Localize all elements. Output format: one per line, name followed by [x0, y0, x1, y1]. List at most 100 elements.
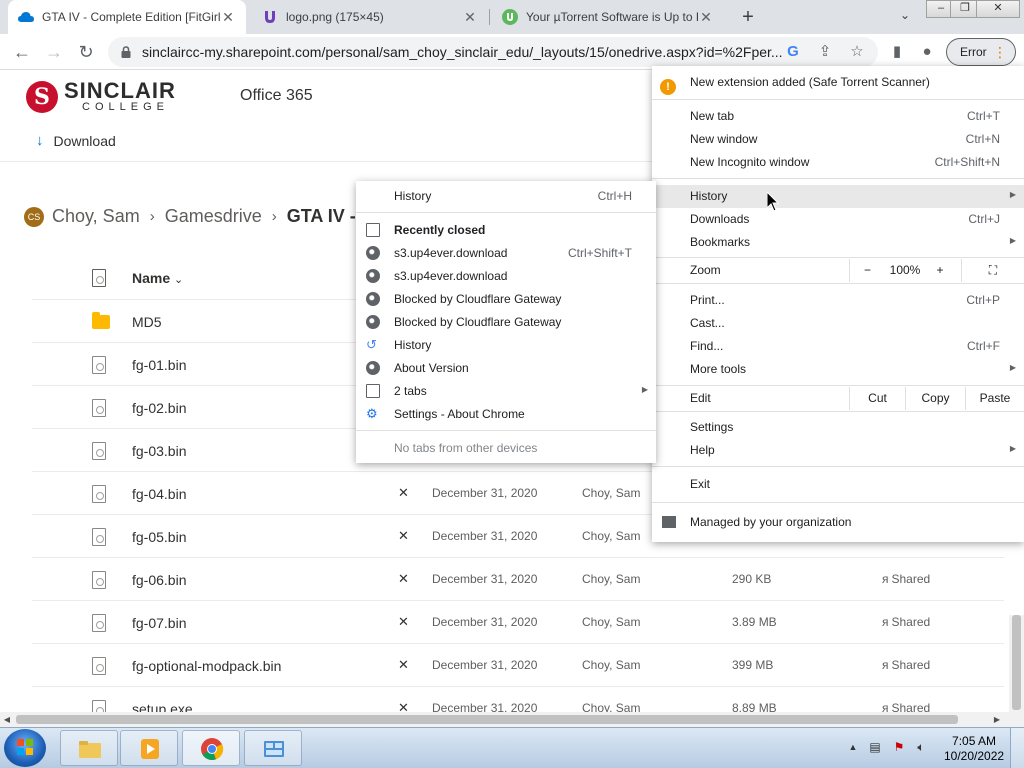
menu-item-new-window[interactable]: New window Ctrl+N — [652, 128, 1024, 151]
scroll-thumb[interactable] — [16, 715, 958, 724]
file-name[interactable]: fg-05.bin — [132, 529, 186, 545]
kebab-menu-icon[interactable]: ⋮ — [993, 43, 1007, 61]
tab-close-icon[interactable]: ✕ — [220, 9, 236, 26]
app-name[interactable]: Office 365 — [240, 87, 313, 105]
history-item-recent[interactable]: Blocked by Cloudflare Gateway — [356, 311, 656, 334]
breadcrumb-item-owner[interactable]: Choy, Sam — [52, 206, 140, 227]
side-panel-icon[interactable]: ▮ — [888, 43, 906, 61]
download-button[interactable]: ↓ Download — [36, 132, 116, 149]
file-name[interactable]: fg-03.bin — [132, 443, 186, 459]
menu-item-managed[interactable]: Managed by your organization — [652, 511, 1024, 534]
menu-item-new-incognito-window[interactable]: New Incognito window Ctrl+Shift+N — [652, 151, 1024, 174]
new-tab-button[interactable]: + — [736, 4, 760, 30]
taskbar-control-panel[interactable] — [244, 730, 302, 766]
file-row[interactable]: fg-07.bin ✕ December 31, 2020 Choy, Sam 3.89… — [32, 601, 1004, 644]
sharing-status[interactable]: ᴙ Shared — [882, 572, 930, 586]
history-item-recent[interactable]: ↺ History — [356, 334, 656, 357]
profile-icon[interactable]: ● — [918, 43, 936, 61]
file-name[interactable]: MD5 — [132, 314, 162, 330]
history-item-recent[interactable]: Blocked by Cloudflare Gateway — [356, 288, 656, 311]
back-arrow-icon[interactable]: ← — [10, 40, 34, 64]
taskbar-file-explorer[interactable] — [60, 730, 118, 766]
vertical-scrollbar[interactable] — [1009, 615, 1024, 712]
sharing-status[interactable]: ᴙ Shared — [882, 658, 930, 672]
copy-button[interactable]: Copy — [905, 387, 965, 410]
history-item-recent[interactable]: s3.up4ever.download Ctrl+Shift+T — [356, 242, 656, 265]
file-name[interactable]: fg-optional-modpack.bin — [132, 658, 281, 674]
share-icon[interactable]: ⇪ — [816, 43, 834, 61]
sharing-status[interactable]: ᴙ Shared — [882, 615, 930, 629]
activity-icon[interactable]: ✕ — [398, 700, 409, 712]
tab-logo-png[interactable]: logo.png (175×45) ✕ — [252, 0, 488, 34]
taskbar-media-player[interactable] — [120, 730, 178, 766]
scroll-left-arrow-icon[interactable]: ◀ — [0, 712, 14, 727]
file-name[interactable]: setup.exe — [132, 701, 193, 712]
menu-item-more-tools[interactable]: More tools ▶ — [652, 358, 1024, 381]
scroll-thumb[interactable] — [1012, 615, 1021, 710]
menu-item-new-tab[interactable]: New tab Ctrl+T — [652, 105, 1024, 128]
file-row[interactable]: setup.exe ✕ December 31, 2020 Choy, Sam 8.89… — [32, 687, 1004, 712]
close-window-button[interactable]: ✕ — [976, 0, 1020, 18]
system-clock[interactable]: 7:05 AM 10/20/2022 — [944, 734, 1004, 764]
action-center-flag-icon[interactable]: ⚑ — [892, 740, 906, 754]
file-name[interactable]: fg-02.bin — [132, 400, 186, 416]
file-type-header-icon[interactable] — [92, 269, 110, 287]
bookmark-star-icon[interactable]: ☆ — [848, 43, 866, 61]
file-name[interactable]: fg-04.bin — [132, 486, 186, 502]
horizontal-scrollbar[interactable]: ◀ ▶ — [0, 712, 1024, 727]
volume-icon[interactable]: 🔈︎ — [914, 740, 928, 754]
menu-item-exit[interactable]: Exit — [652, 473, 1024, 496]
utorrent-icon — [502, 9, 518, 25]
profile-error-button[interactable]: Error ⋮ — [946, 38, 1016, 66]
network-icon[interactable]: ▤ — [868, 740, 882, 754]
history-item-recent[interactable]: About Version — [356, 357, 656, 380]
menu-item-help[interactable]: Help ▶ — [652, 439, 1024, 462]
menu-item-settings[interactable]: Settings — [652, 416, 1024, 439]
sinclair-logo[interactable]: S SINCLAIR COLLEGE — [26, 80, 176, 113]
forward-arrow-icon[interactable]: → — [42, 40, 66, 64]
menu-item-find[interactable]: Find... Ctrl+F — [652, 335, 1024, 358]
tab-close-icon[interactable]: ✕ — [698, 9, 714, 26]
file-name[interactable]: fg-01.bin — [132, 357, 186, 373]
scroll-right-arrow-icon[interactable]: ▶ — [990, 712, 1004, 727]
cut-button[interactable]: Cut — [849, 387, 905, 410]
name-column-header[interactable]: Name ⌄ — [132, 270, 183, 286]
paste-button[interactable]: Paste — [965, 387, 1024, 410]
menu-item-history[interactable]: History ▶ — [652, 185, 1024, 208]
tab-search-icon[interactable]: ⌄ — [896, 8, 914, 26]
menu-item-cast[interactable]: Cast... — [652, 312, 1024, 335]
google-translate-icon[interactable]: G — [784, 43, 802, 61]
zoom-out-button[interactable]: − — [849, 259, 885, 282]
activity-icon[interactable]: ✕ — [398, 571, 409, 587]
activity-icon[interactable]: ✕ — [398, 485, 409, 501]
taskbar-chrome[interactable] — [182, 730, 240, 766]
breadcrumb-item-gamesdrive[interactable]: Gamesdrive — [165, 206, 262, 227]
file-name[interactable]: fg-07.bin — [132, 615, 186, 631]
zoom-in-button[interactable]: + — [925, 259, 955, 282]
history-item-history[interactable]: History Ctrl+H — [356, 185, 656, 208]
show-hidden-icons-icon[interactable]: ▲ — [846, 740, 860, 754]
activity-icon[interactable]: ✕ — [398, 614, 409, 630]
history-item-recent[interactable]: ⚙ Settings - About Chrome — [356, 403, 656, 426]
file-name[interactable]: fg-06.bin — [132, 572, 186, 588]
menu-item-bookmarks[interactable]: Bookmarks ▶ — [652, 231, 1024, 254]
tab-close-icon[interactable]: ✕ — [462, 9, 478, 26]
start-button[interactable] — [4, 729, 46, 767]
menu-item-downloads[interactable]: Downloads Ctrl+J — [652, 208, 1024, 231]
menu-item-extension-notice[interactable]: ! New extension added (Safe Torrent Scan… — [652, 71, 1024, 95]
reload-icon[interactable]: ↻ — [74, 40, 98, 64]
history-item-recent[interactable]: s3.up4ever.download — [356, 265, 656, 288]
activity-icon[interactable]: ✕ — [398, 528, 409, 544]
activity-icon[interactable]: ✕ — [398, 657, 409, 673]
history-item-recent[interactable]: 2 tabs ▶ — [356, 380, 656, 403]
show-desktop-button[interactable] — [1010, 728, 1024, 768]
file-row[interactable]: fg-optional-modpack.bin ✕ December 31, 202… — [32, 644, 1004, 687]
file-row[interactable]: fg-06.bin ✕ December 31, 2020 Choy, Sam 290 … — [32, 558, 1004, 601]
file-size: 399 MB — [732, 658, 774, 672]
fullscreen-icon[interactable]: ⛶ — [961, 259, 1024, 282]
tab-gta-iv[interactable]: GTA IV - Complete Edition [FitGirl Repac… — [8, 0, 246, 34]
sharing-status[interactable]: ᴙ Shared — [882, 701, 930, 712]
menu-item-print[interactable]: Print... Ctrl+P — [652, 289, 1024, 312]
tab-utorrent[interactable]: Your µTorrent Software is Up to Date ✕ — [492, 0, 724, 34]
address-bar[interactable]: sinclaircc-my.sharepoint.com/personal/sa… — [108, 37, 878, 67]
